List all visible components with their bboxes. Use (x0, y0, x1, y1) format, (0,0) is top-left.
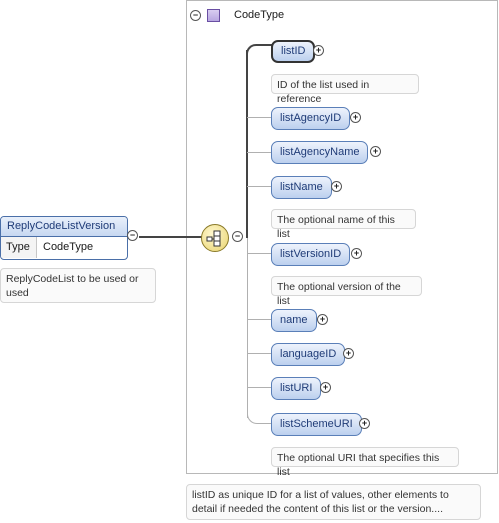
element-listURI[interactable]: listURI (271, 377, 322, 400)
expand-languageID-toggle[interactable]: + (343, 348, 354, 359)
sequence-icon (206, 230, 221, 247)
root-element[interactable]: ReplyCodeListVersion Type CodeType (0, 216, 128, 260)
expand-listID-toggle[interactable]: + (313, 45, 324, 56)
branch-stub (247, 387, 271, 388)
branch-stub (247, 117, 271, 118)
element-listAgencyName[interactable]: listAgencyName (271, 141, 369, 164)
root-type-value: CodeType (43, 241, 94, 253)
expand-listSchemeURI-toggle[interactable]: + (359, 418, 370, 429)
complex-type-icon (207, 8, 220, 22)
trunk-line-lower (247, 238, 248, 418)
collapse-type-toggle[interactable]: − (190, 9, 201, 21)
expand-listAgencyID-toggle[interactable]: + (350, 112, 361, 123)
element-listID[interactable]: listID (271, 40, 316, 63)
sequence-compositor-node[interactable] (201, 224, 229, 252)
doc-listName: The optional name of this list (271, 209, 416, 240)
doc-listSchemeURI: The optional URI that specifies this lis… (271, 447, 459, 478)
type-doc-note: listID as unique ID for a list of values… (186, 484, 481, 520)
root-collapse-toggle[interactable]: − (127, 230, 138, 241)
type-title: CodeType (234, 9, 285, 21)
element-listSchemeURI[interactable]: listSchemeURI (271, 413, 362, 436)
expand-listURI-toggle[interactable]: + (320, 382, 331, 393)
element-name[interactable]: name (271, 309, 317, 332)
element-listName[interactable]: listName (271, 176, 332, 199)
doc-listVersionID: The optional version of the list (271, 276, 422, 307)
sequence-collapse-toggle[interactable]: − (232, 231, 243, 242)
branch-stub (247, 319, 271, 320)
root-type-key: Type (1, 237, 37, 258)
connector-root-seq (139, 236, 202, 238)
element-languageID[interactable]: languageID (271, 343, 346, 366)
branch-stub (247, 152, 271, 153)
trunk-line-upper (246, 50, 248, 238)
element-listAgencyID[interactable]: listAgencyID (271, 107, 351, 130)
branch-stub (247, 253, 271, 254)
expand-listVersionID-toggle[interactable]: + (351, 248, 362, 259)
element-listVersionID[interactable]: listVersionID (271, 243, 351, 266)
branch-stub (247, 353, 271, 354)
type-header: − CodeType (190, 8, 284, 22)
root-element-name: ReplyCodeListVersion (1, 217, 127, 237)
doc-listID: ID of the list used in reference (271, 74, 419, 105)
expand-listName-toggle[interactable]: + (331, 181, 342, 192)
expand-name-toggle[interactable]: + (317, 314, 328, 325)
root-doc-note: ReplyCodeList to be used or used (0, 268, 156, 303)
expand-listAgencyName-toggle[interactable]: + (370, 146, 381, 157)
trunk-curve-top (246, 44, 272, 56)
branch-stub (247, 186, 271, 187)
root-type-row: Type CodeType (1, 237, 127, 258)
trunk-curve-bottom (247, 400, 271, 424)
